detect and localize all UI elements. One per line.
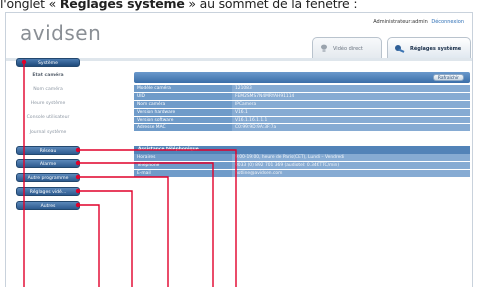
callout-line-others — [78, 204, 100, 287]
callout-dot-network — [75, 147, 81, 153]
callout-dot-others — [75, 202, 81, 208]
callout-dot-other-program — [75, 174, 81, 180]
callout-overlay — [21, 59, 237, 287]
callout-line-alarm — [78, 162, 214, 287]
callout-dot-video-settings — [75, 188, 81, 194]
callout-line-other-program — [78, 176, 169, 287]
callout-dot-alarm — [75, 160, 81, 166]
callout-dot-system — [21, 59, 27, 65]
